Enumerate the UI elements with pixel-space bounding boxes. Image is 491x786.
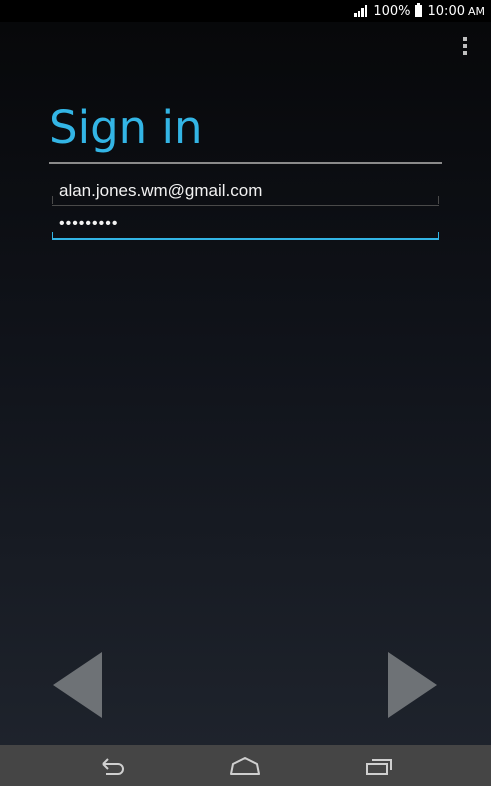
status-right: 100% 10:00 AM bbox=[354, 3, 485, 19]
right-arrow-icon[interactable] bbox=[388, 652, 438, 718]
recent-apps-icon[interactable] bbox=[359, 753, 399, 779]
home-icon[interactable] bbox=[225, 753, 265, 779]
clock-suffix: AM bbox=[467, 4, 485, 18]
overflow-menu-icon[interactable] bbox=[455, 36, 475, 56]
left-arrow-icon[interactable] bbox=[53, 652, 103, 718]
status-bar: 100% 10:00 AM bbox=[0, 0, 491, 22]
screen: 100% 10:00 AM Sign in bbox=[0, 0, 491, 786]
title-divider bbox=[49, 162, 442, 164]
back-icon[interactable] bbox=[93, 753, 133, 779]
clock-time: 10:00 bbox=[427, 3, 465, 19]
email-field-underline bbox=[52, 196, 439, 204]
password-field-underline bbox=[52, 232, 439, 240]
battery-icon bbox=[414, 3, 422, 17]
page-title: Sign in bbox=[49, 101, 203, 154]
signin-screen: Sign in bbox=[0, 22, 491, 745]
battery-percent: 100% bbox=[373, 3, 411, 19]
navigation-bar bbox=[0, 745, 491, 786]
signal-icon bbox=[354, 5, 368, 17]
